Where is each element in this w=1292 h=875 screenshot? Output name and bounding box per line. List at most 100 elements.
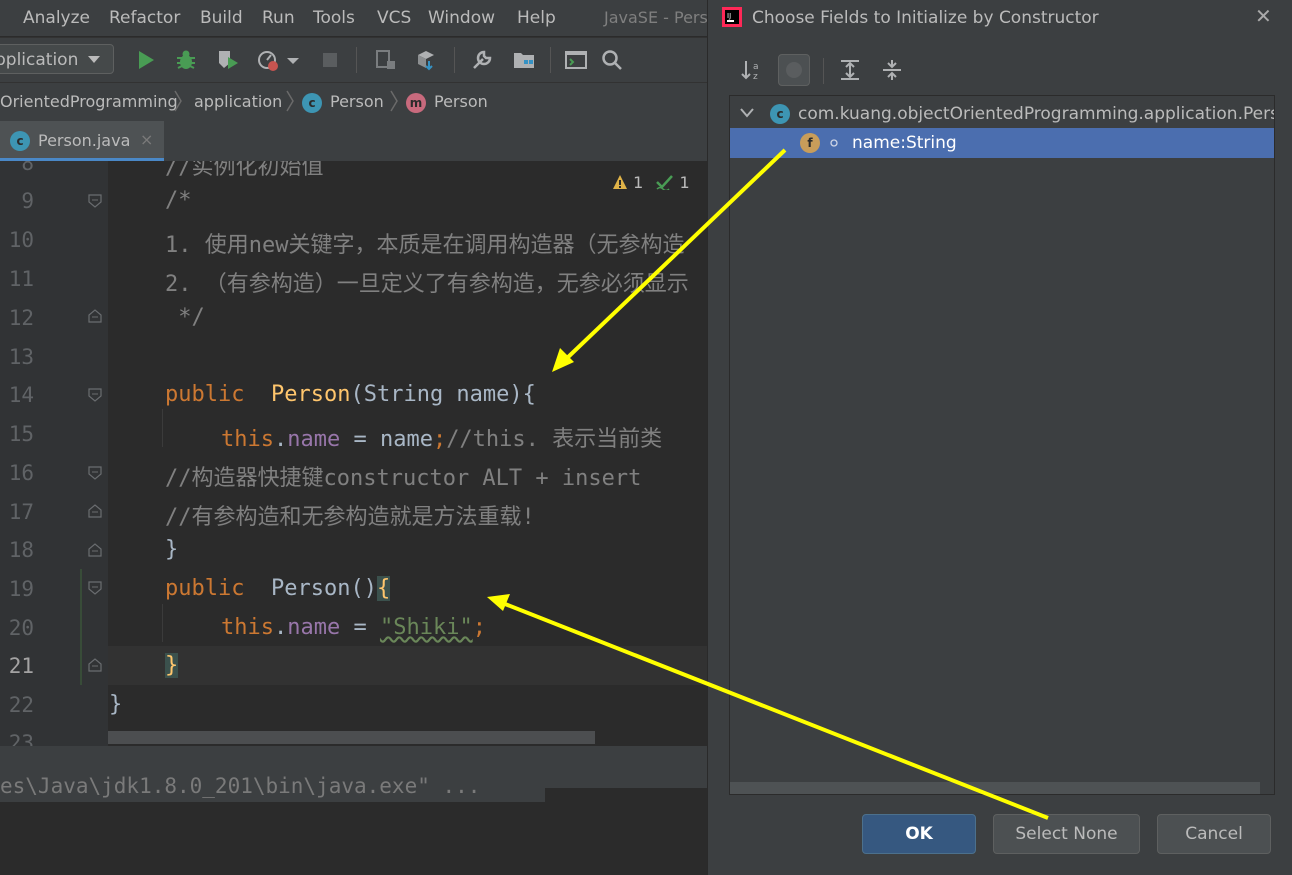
code-line-8: //实例化初始值: [165, 161, 324, 180]
code-line-10: 1. 使用new关键字，本质是在调用构造器（无参构造: [165, 233, 685, 258]
fold-marker-icon[interactable]: [88, 543, 102, 557]
breadcrumb-class[interactable]: Person: [330, 92, 384, 111]
code-line-20: this.name = "Shiki";: [221, 615, 486, 640]
toolbar-separator: [823, 58, 824, 84]
run-configuration-selector[interactable]: pplication: [0, 44, 114, 74]
tab-label: Person.java: [38, 131, 131, 150]
chevron-down-icon[interactable]: [286, 48, 300, 72]
code-line-19: public Person(){: [165, 576, 391, 601]
menu-refactor[interactable]: Refactor: [109, 8, 180, 28]
fields-tree[interactable]: c com.kuang.objectOrientedProgramming.ap…: [729, 95, 1275, 795]
code-line-18: }: [165, 537, 179, 562]
chevron-right-icon: [390, 90, 398, 112]
breadcrumb-package[interactable]: OrientedProgramming: [0, 92, 178, 111]
fold-marker-icon[interactable]: [88, 504, 102, 518]
show-fields-toggle[interactable]: [778, 54, 810, 86]
collapse-all-icon[interactable]: [880, 58, 904, 82]
warning-icon: [613, 175, 627, 189]
field-icon: f: [800, 133, 820, 153]
line-number: 17: [8, 500, 34, 524]
code-line-22: }: [109, 692, 123, 717]
tree-row-field-name[interactable]: f name:String: [730, 128, 1274, 158]
fold-marker-icon[interactable]: [88, 194, 102, 208]
code-line-17: //有参构造和无参构造就是方法重载!: [165, 505, 535, 530]
expand-all-icon[interactable]: [838, 58, 862, 82]
chevron-down-icon: [88, 56, 100, 63]
editor-horizontal-scrollbar[interactable]: [108, 731, 595, 744]
run-configuration-label: pplication: [0, 50, 79, 70]
code-line-21: }: [165, 653, 179, 678]
run-icon[interactable]: [134, 48, 158, 72]
code-editor[interactable]: 1 1 8 9 10 11 12 13 14 15 16 17 18 19 20…: [0, 161, 710, 746]
field-name-label: name:String: [852, 133, 957, 153]
project-structure-icon[interactable]: [512, 48, 536, 72]
menu-run[interactable]: Run: [262, 8, 295, 28]
fold-marker-icon[interactable]: [88, 466, 102, 480]
svg-text:IJ: IJ: [727, 12, 731, 20]
editor-tab-bar: c Person.java ×: [0, 121, 710, 161]
menu-analyze[interactable]: Analyze: [23, 8, 90, 28]
terminal-icon[interactable]: [564, 48, 588, 72]
line-number: 12: [8, 306, 34, 330]
line-number: 13: [8, 345, 34, 369]
code-line-14: public Person(String name){: [165, 382, 536, 407]
line-number-current: 21: [8, 654, 34, 678]
breadcrumb-method[interactable]: Person: [434, 92, 488, 111]
line-number: 8: [21, 161, 34, 175]
chevron-right-icon: [286, 90, 294, 112]
menu-build[interactable]: Build: [200, 8, 243, 28]
menu-tools[interactable]: Tools: [313, 8, 355, 28]
main-toolbar: pplication: [0, 37, 710, 82]
tree-root-class[interactable]: com.kuang.objectOrientedProgramming.appl…: [798, 104, 1274, 124]
select-none-button[interactable]: Select None: [993, 814, 1140, 854]
fold-marker-icon[interactable]: [88, 658, 102, 672]
cancel-button[interactable]: Cancel: [1157, 814, 1271, 854]
class-icon: c: [302, 93, 322, 113]
code-line-9: /*: [165, 188, 192, 213]
build-artifact-icon[interactable]: [414, 48, 438, 72]
search-icon[interactable]: [600, 48, 624, 72]
tree-horizontal-scrollbar[interactable]: [730, 782, 1260, 794]
dialog-title: Choose Fields to Initialize by Construct…: [752, 8, 1099, 28]
close-icon[interactable]: ✕: [1255, 4, 1272, 28]
line-number: 18: [8, 538, 34, 562]
debug-icon[interactable]: [174, 48, 198, 72]
menu-window[interactable]: Window: [428, 8, 495, 28]
inspection-indicators[interactable]: 1 1: [612, 173, 690, 192]
fold-marker-icon[interactable]: [88, 581, 102, 595]
visibility-private-icon: [830, 139, 838, 147]
fold-marker-icon[interactable]: [88, 309, 102, 323]
breadcrumb-application[interactable]: application: [194, 92, 282, 111]
stop-icon[interactable]: [318, 48, 342, 72]
tab-person-java[interactable]: c Person.java ×: [0, 121, 164, 161]
dialog-toolbar: az: [708, 52, 1292, 92]
console-output: es\Java\jdk1.8.0_201\bin\java.exe" ...: [0, 774, 481, 798]
line-number: 20: [8, 616, 34, 640]
breadcrumb: OrientedProgramming application c Person…: [0, 82, 710, 121]
coverage-icon[interactable]: [216, 48, 240, 72]
current-line-highlight: [108, 646, 710, 685]
chevron-right-icon: [174, 90, 182, 112]
fold-marker-icon[interactable]: [88, 388, 102, 402]
line-number: 15: [8, 422, 34, 446]
method-icon: m: [406, 93, 426, 113]
settings-wrench-icon[interactable]: [470, 48, 494, 72]
class-icon: c: [770, 104, 790, 124]
menu-vcs[interactable]: VCS: [377, 8, 411, 28]
run-console: es\Java\jdk1.8.0_201\bin\java.exe" ...: [0, 746, 710, 875]
menu-help[interactable]: Help: [517, 8, 556, 28]
code-line-12: */: [165, 305, 205, 330]
vcs-change-marker: [80, 569, 82, 685]
svg-text:z: z: [753, 72, 758, 82]
close-icon[interactable]: ×: [140, 130, 153, 149]
typo-check-icon: [656, 175, 674, 192]
line-number: 14: [8, 383, 34, 407]
warning-count: 1: [633, 173, 644, 192]
line-number: 23: [8, 731, 34, 746]
attach-debugger-icon[interactable]: [374, 48, 398, 72]
sort-alphabetically-icon[interactable]: az: [740, 58, 764, 82]
ok-button[interactable]: OK: [862, 814, 976, 854]
profile-icon[interactable]: [256, 48, 280, 72]
field-filter-icon: [786, 62, 802, 78]
chevron-down-icon[interactable]: [740, 106, 754, 120]
